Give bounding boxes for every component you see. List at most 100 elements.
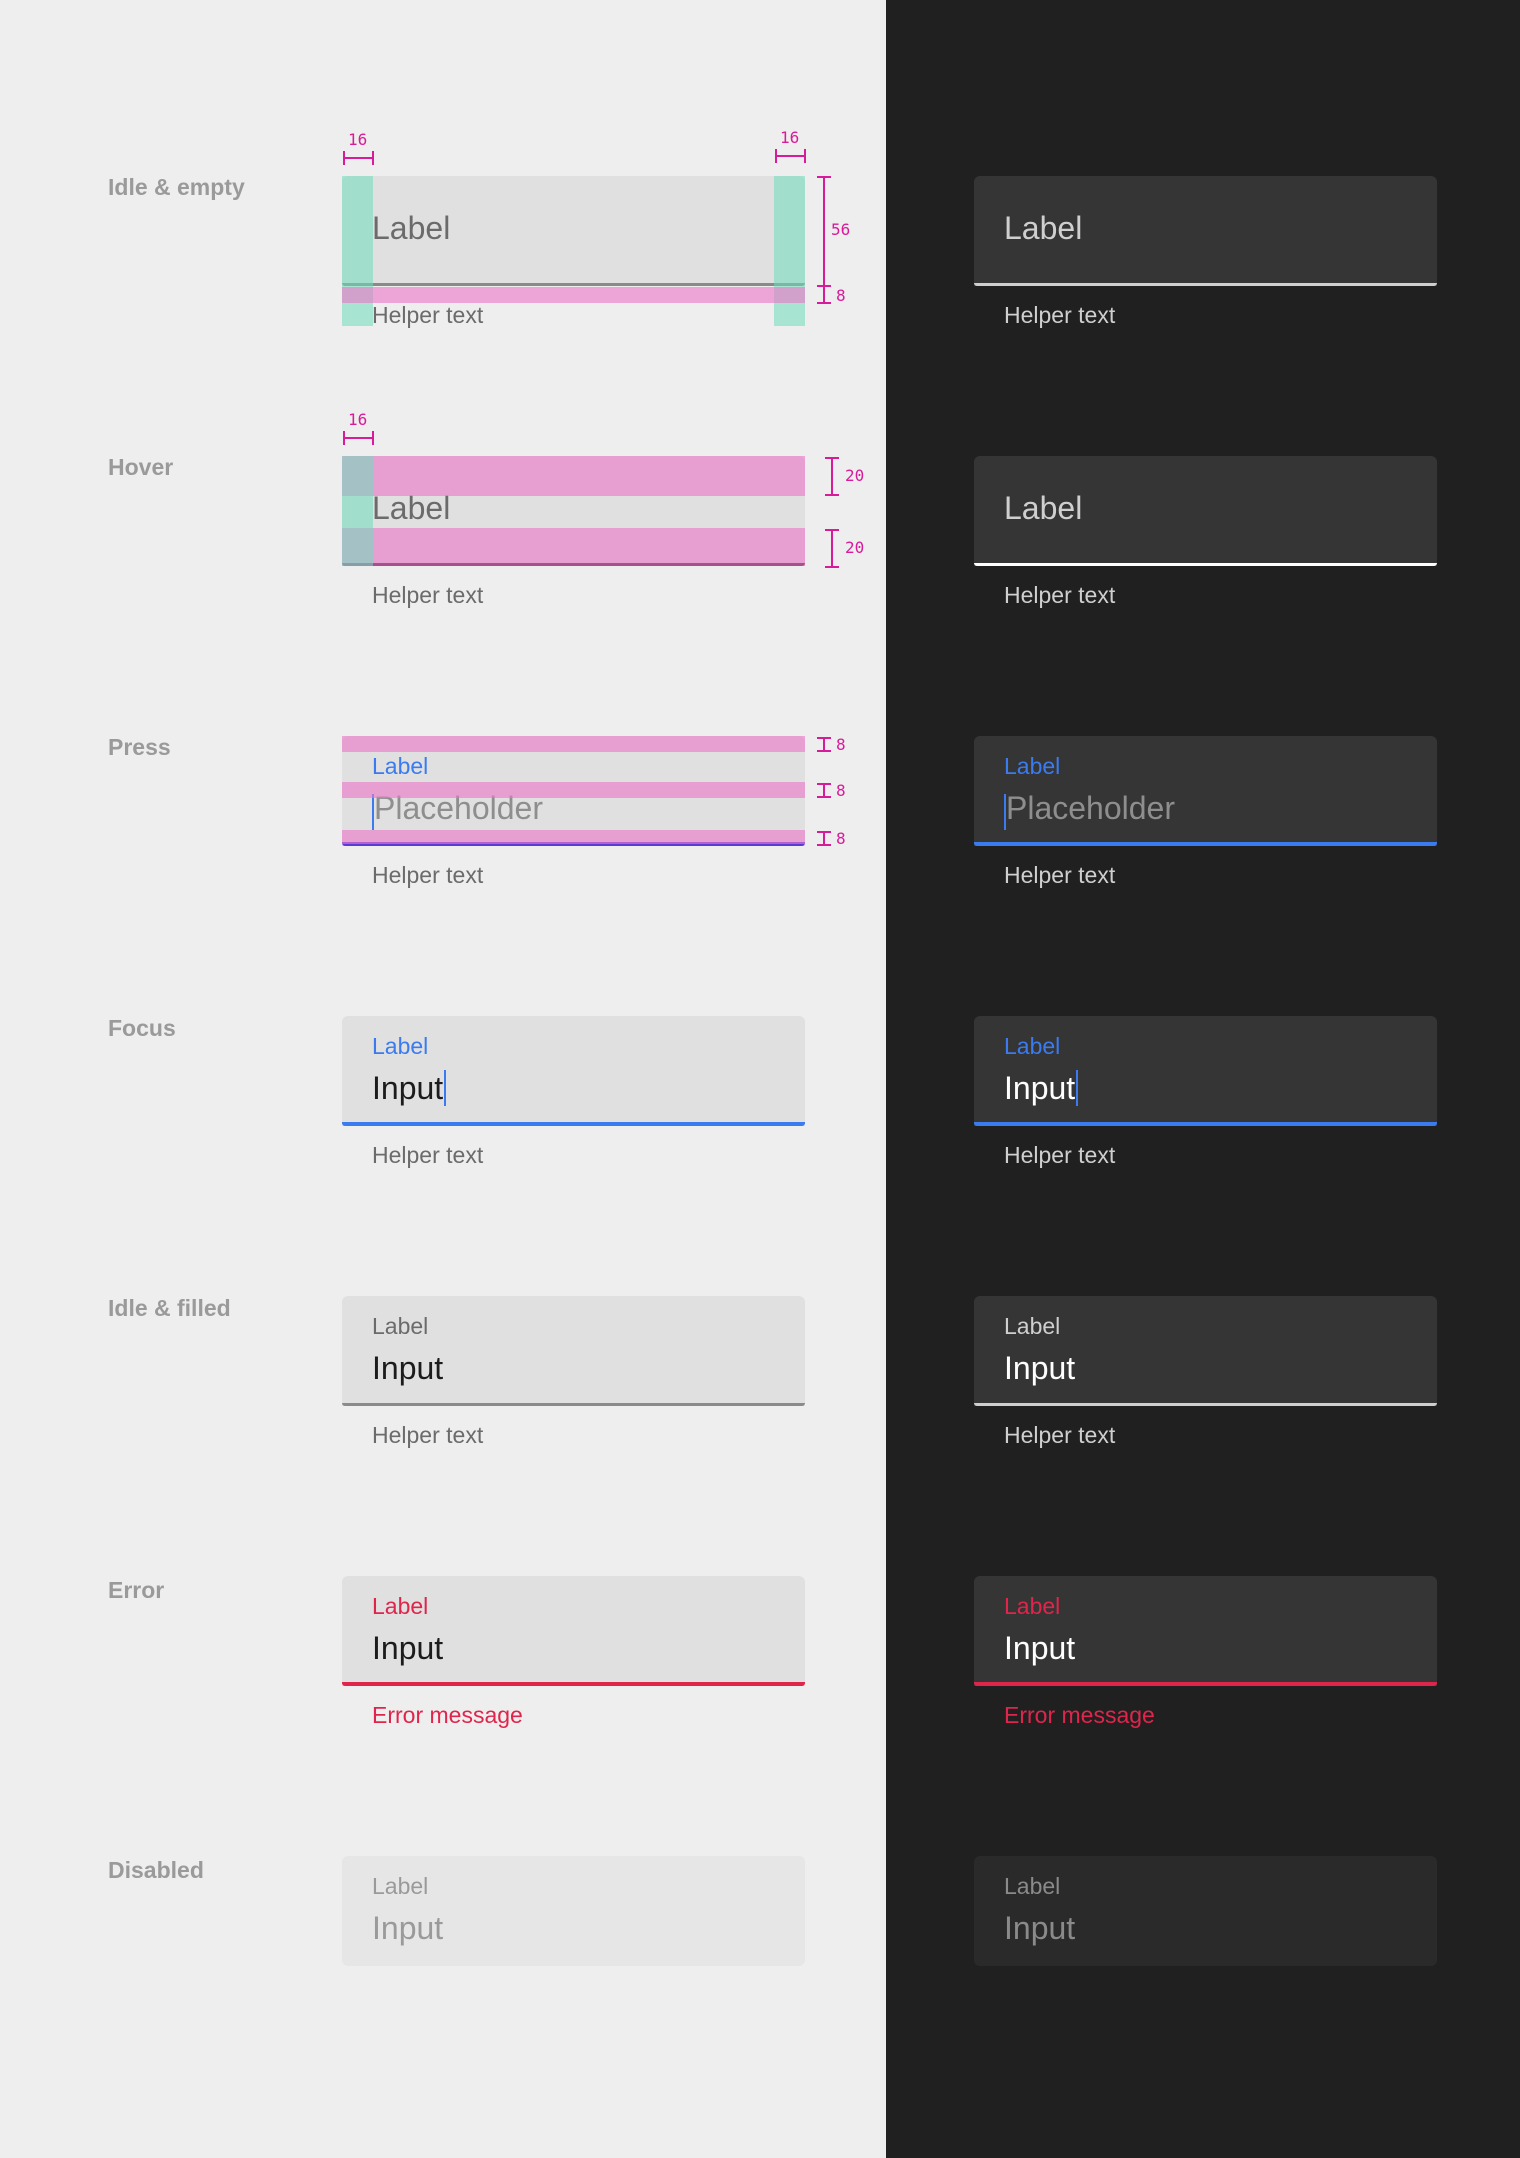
redline-helper-gap-zone — [342, 287, 805, 303]
field-label: Label — [372, 1593, 429, 1619]
field-input: Input — [1004, 1350, 1076, 1386]
redline-height-value: 56 — [831, 220, 851, 239]
redline-padding-left-zone — [342, 456, 373, 566]
field-input: Input — [372, 1630, 444, 1666]
redline-measure-line — [823, 176, 825, 286]
text-field-error-light[interactable]: Label Input — [342, 1576, 805, 1686]
field-label: Label — [372, 1033, 429, 1059]
text-cursor — [1076, 1070, 1079, 1106]
field-underline — [342, 1682, 805, 1686]
redline-tick — [825, 529, 839, 531]
text-cursor — [444, 1070, 447, 1106]
field-label: Label — [1004, 1593, 1061, 1619]
redline-measure-line — [831, 529, 833, 567]
state-name-hover: Hover — [108, 454, 174, 480]
text-field-idle-filled-dark[interactable]: Label Input — [974, 1296, 1437, 1406]
redline-padding-left-zone — [342, 176, 373, 326]
field-label: Label — [1004, 1873, 1061, 1899]
field-input: Input — [372, 1910, 444, 1946]
field-label: Label — [372, 210, 451, 246]
field-underline — [974, 563, 1437, 566]
redline-measure-line — [343, 157, 373, 159]
redline-bottom-padding-zone — [342, 830, 805, 844]
text-field-error-dark[interactable]: Label Input — [974, 1576, 1437, 1686]
text-field-hover-dark[interactable]: Label — [974, 456, 1437, 566]
field-label: Label — [372, 753, 429, 779]
redline-tick — [343, 431, 345, 445]
redline-tick — [817, 176, 831, 178]
redline-bottom-value: 20 — [845, 538, 865, 557]
helper-text: Helper text — [1004, 862, 1116, 888]
field-label: Label — [1004, 1313, 1061, 1339]
error-message: Error message — [372, 1702, 523, 1728]
redline-padding-left-value: 16 — [348, 130, 368, 149]
redline-bottom-value: 8 — [836, 829, 846, 848]
redline-tick — [817, 844, 831, 846]
redline-tick — [817, 302, 831, 304]
field-underline — [974, 283, 1437, 286]
redline-top-value: 20 — [845, 466, 865, 485]
redline-tick — [825, 566, 839, 568]
helper-text: Helper text — [1004, 1142, 1116, 1168]
text-field-press-dark[interactable]: Label Placeholder — [974, 736, 1437, 846]
redline-top-value: 8 — [836, 735, 846, 754]
redline-measure-line — [343, 437, 373, 439]
field-underline — [342, 1122, 805, 1126]
text-field-idle-empty-dark[interactable]: Label — [974, 176, 1437, 286]
field-label: Label — [1004, 490, 1083, 526]
helper-text: Helper text — [372, 582, 484, 608]
helper-text: Helper text — [1004, 1422, 1116, 1448]
redline-helper-gap-value: 8 — [836, 286, 846, 305]
field-input-wrapper: Input — [1004, 1070, 1079, 1107]
redline-tick — [817, 783, 831, 785]
field-input-wrapper: Input — [372, 1070, 447, 1107]
field-input: Input — [1004, 1070, 1076, 1106]
field-label: Label — [372, 1313, 429, 1339]
text-field-focus-dark[interactable]: Label Input — [974, 1016, 1437, 1126]
redline-measure-line — [831, 457, 833, 495]
redline-tick — [817, 831, 831, 833]
redline-tick — [825, 457, 839, 459]
redline-measure-line — [775, 155, 805, 157]
redline-tick — [817, 750, 831, 752]
field-underline — [342, 283, 805, 286]
field-label: Label — [1004, 1033, 1061, 1059]
redline-top-padding-zone — [342, 736, 805, 752]
redline-padding-right-value: 16 — [780, 128, 800, 147]
helper-text: Helper text — [372, 302, 484, 328]
field-underline — [974, 842, 1437, 846]
text-field-focus-light[interactable]: Label Input — [342, 1016, 805, 1126]
field-label: Label — [1004, 210, 1083, 246]
field-underline — [342, 1403, 805, 1406]
helper-text: Helper text — [372, 1422, 484, 1448]
helper-text: Helper text — [1004, 302, 1116, 328]
field-underline — [974, 1122, 1437, 1126]
redline-padding-right-zone — [774, 176, 805, 326]
redline-padding-left-value: 16 — [348, 410, 368, 429]
redline-tick — [372, 151, 374, 165]
state-name-press: Press — [108, 734, 171, 760]
field-underline — [974, 1682, 1437, 1686]
redline-tick — [372, 431, 374, 445]
field-placeholder: Placeholder — [1006, 790, 1175, 826]
error-message: Error message — [1004, 1702, 1155, 1728]
state-name-idle-filled: Idle & filled — [108, 1295, 231, 1321]
text-field-idle-empty-light[interactable]: Label — [342, 176, 805, 286]
helper-text: Helper text — [372, 1142, 484, 1168]
redline-tick — [825, 494, 839, 496]
redline-middle-gap-zone — [342, 782, 805, 798]
field-input: Input — [1004, 1910, 1076, 1946]
text-field-disabled-light: Label Input — [342, 1856, 805, 1966]
field-input: Input — [372, 1350, 444, 1386]
field-label: Label — [1004, 753, 1061, 779]
redline-middle-value: 8 — [836, 781, 846, 800]
state-name-error: Error — [108, 1577, 165, 1603]
state-name-disabled: Disabled — [108, 1857, 204, 1883]
field-underline — [974, 1403, 1437, 1406]
helper-text: Helper text — [1004, 582, 1116, 608]
redline-top-padding-zone — [342, 456, 805, 496]
state-name-focus: Focus — [108, 1015, 176, 1041]
text-field-idle-filled-light[interactable]: Label Input — [342, 1296, 805, 1406]
field-label: Label — [372, 1873, 429, 1899]
field-input: Input — [372, 1070, 444, 1106]
